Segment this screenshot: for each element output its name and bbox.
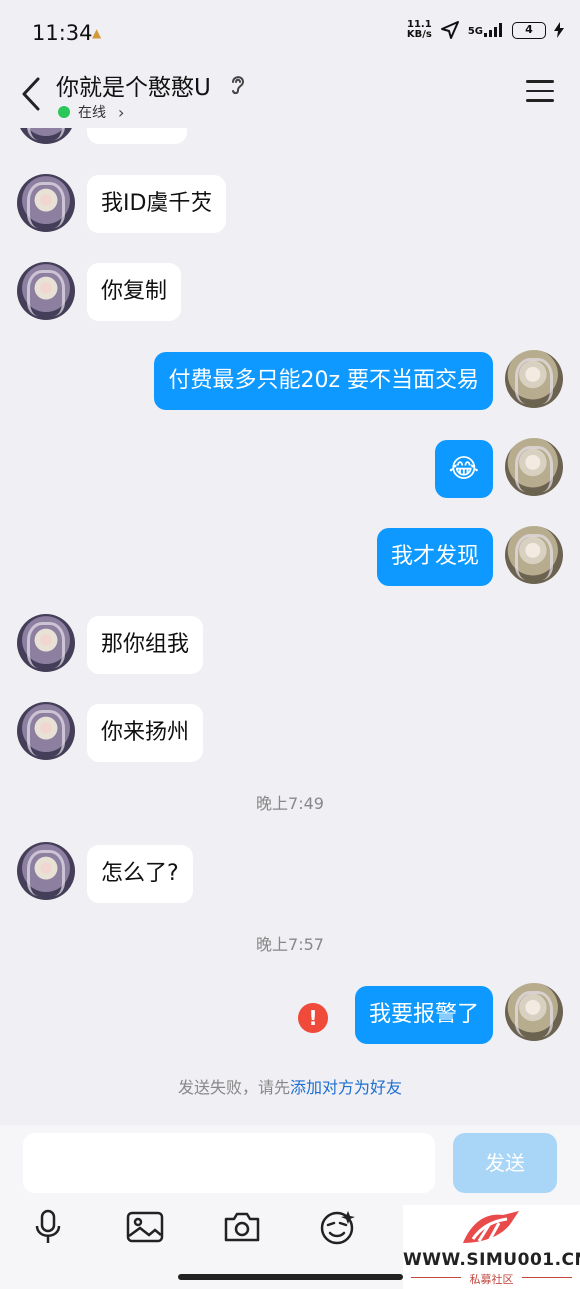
watermark: WWW.SIMU001.CN 私募社区 [403,1205,580,1289]
contact-name[interactable]: 你就是个憨憨U [56,68,211,102]
menu-button[interactable] [526,80,554,104]
message-bubble-incoming[interactable]: 我ID虞千芡 [87,175,227,233]
chat-area[interactable]: 我ID虞千芡 你复制 付费最多只能20z 要不当面交易 😂 我才发现 那你组我 … [0,0,580,1125]
self-avatar[interactable] [505,526,563,584]
online-status[interactable]: 在线 › [58,102,124,122]
add-friend-link[interactable]: 添加对方为好友 [290,1078,402,1097]
chat-header: 你就是个憨憨U 在线 › [0,66,580,128]
message-bubble-incoming[interactable]: 那你组我 [87,616,204,674]
send-button[interactable]: 发送 [453,1133,557,1193]
battery-icon: 4 [512,21,546,39]
back-button[interactable] [14,74,48,114]
status-indicators: 11.1 KB/s 5G 4 [407,20,564,40]
home-indicator[interactable] [178,1274,403,1280]
timestamp: 晚上7:49 [256,794,324,813]
message-bubble-incoming[interactable]: 你来扬州 [87,704,204,762]
message-bubble-incoming[interactable]: 你复制 [87,263,182,321]
back-arrow-icon [22,77,40,111]
status-bar: 11:34 ▲ 11.1 KB/s 5G 4 [0,0,580,66]
chevron-right-icon: › [118,102,125,122]
location-icon [440,21,459,39]
message-bubble-outgoing[interactable]: 我要报警了 [354,986,493,1044]
signal-type: 5G [467,26,483,37]
timestamp: 晚上7:57 [256,935,324,954]
microphone-icon[interactable] [28,1207,68,1247]
self-avatar[interactable] [505,983,563,1041]
image-icon[interactable] [125,1207,165,1247]
sticker-icon[interactable] [318,1207,358,1247]
signal-icon: 5G [468,23,504,37]
send-failed-text: 发送失败，请先 [177,1078,290,1097]
self-avatar[interactable] [505,350,563,408]
camera-icon[interactable] [222,1207,262,1247]
send-failed-icon[interactable]: ! [298,1003,328,1033]
status-time: 11:34 [32,21,93,45]
self-avatar[interactable] [505,438,563,496]
notification-icon: ▲ [92,26,102,40]
contact-avatar[interactable] [17,174,75,232]
contact-avatar[interactable] [17,262,75,320]
message-bubble-outgoing[interactable]: 我才发现 [376,528,493,586]
message-bubble-incoming[interactable]: 怎么了? [87,845,193,903]
contact-avatar[interactable] [17,702,75,760]
message-bubble-outgoing[interactable]: 😂 [434,440,493,498]
online-dot-icon [58,106,70,118]
watermark-subtitle: 私募社区 [469,1273,514,1286]
network-speed-unit: KB/s [406,29,432,40]
contact-avatar[interactable] [17,842,75,900]
watermark-logo-icon [463,1211,519,1243]
contact-avatar[interactable] [17,614,75,672]
send-failed-note: 发送失败，请先添加对方为好友 [0,1074,580,1098]
message-input[interactable] [23,1133,435,1193]
online-status-label: 在线 [78,105,106,121]
ear-icon[interactable] [228,72,248,96]
message-bubble-outgoing[interactable]: 付费最多只能20z 要不当面交易 [154,352,493,410]
watermark-url: WWW.SIMU001.CN [403,1250,580,1270]
network-speed: 11.1 KB/s [407,20,432,40]
charging-icon [554,22,564,38]
